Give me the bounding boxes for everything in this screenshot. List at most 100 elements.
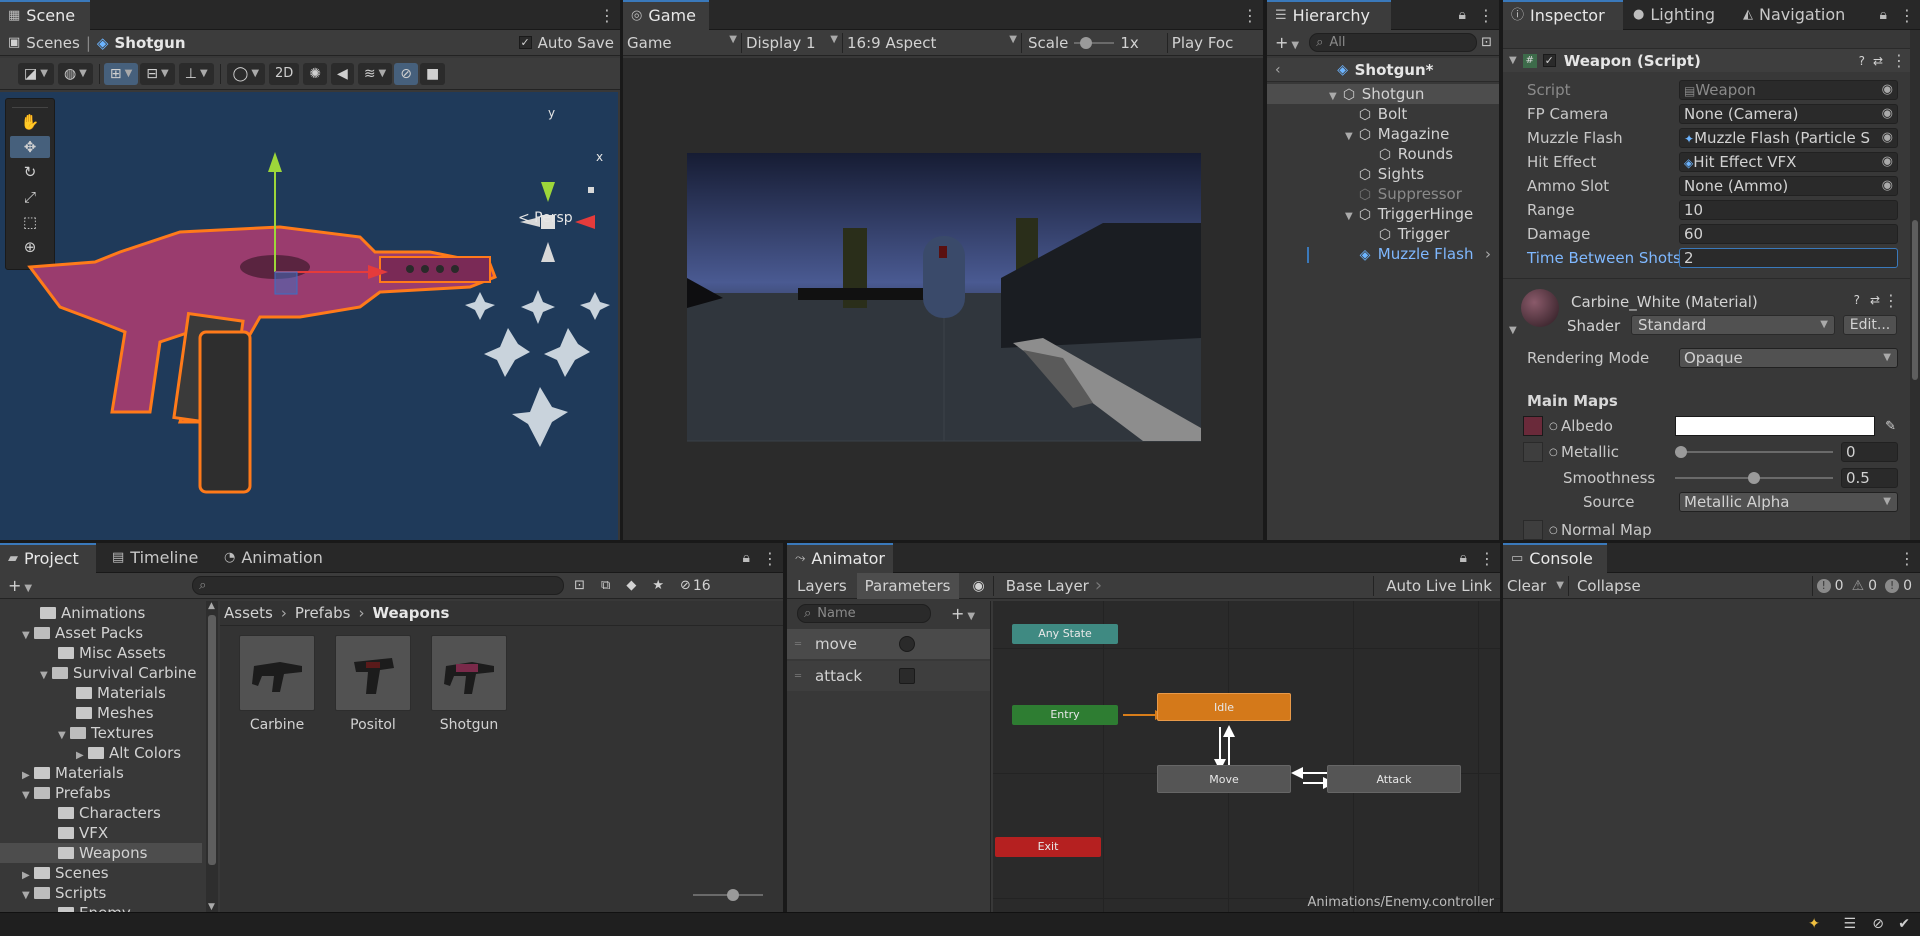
tree-item-misc-assets[interactable]: Misc Assets [58, 643, 166, 663]
search-by-type-icon[interactable]: ⊡ [574, 578, 585, 593]
preset-icon[interactable]: ⇄ [1873, 54, 1883, 68]
add-parameter-button[interactable]: + ▼ [951, 604, 975, 623]
draw-mode-button[interactable]: ◪ ▼ [18, 62, 54, 85]
parameter-search[interactable]: ⌕ Name [797, 603, 931, 623]
tree-item-asset-packs[interactable]: ▼ Asset Packs [22, 623, 143, 643]
asset-positol[interactable]: Positol [334, 635, 412, 733]
tree-item-meshes[interactable]: Meshes [76, 703, 154, 723]
parameters-tab[interactable]: Parameters [856, 572, 959, 599]
state-entry[interactable]: Entry [1012, 705, 1118, 725]
tree-item-scenes[interactable]: ▶ Scenes [22, 863, 109, 883]
hit-effect-field[interactable]: ◈Hit Effect VFX ◉ [1679, 152, 1898, 172]
tree-item-characters[interactable]: Characters [58, 803, 161, 823]
progress-icon[interactable]: ✦ [1808, 916, 1820, 932]
smoothness-input[interactable]: 0.5 [1841, 468, 1898, 488]
collapse-button[interactable]: Collapse [1577, 577, 1641, 595]
inspector-scrollbar[interactable] [1910, 30, 1920, 540]
play-focused-dropdown[interactable]: Play Foc [1172, 34, 1234, 52]
more-options-icon[interactable]: ⋮ [1899, 549, 1915, 568]
range-input[interactable]: 10 [1679, 200, 1898, 220]
hierarchy-item-trigger[interactable]: ⬡ Trigger [1267, 224, 1499, 244]
ammo-slot-field[interactable]: None (Ammo) ◉ [1679, 176, 1898, 196]
hierarchy-item-triggerhinge[interactable]: ▼ ⬡ TriggerHinge [1267, 204, 1499, 224]
asset-carbine[interactable]: Carbine [238, 635, 316, 733]
move-trigger-radio[interactable] [899, 636, 915, 652]
thumbnail-size-handle[interactable] [727, 889, 739, 901]
project-search[interactable]: ⌕ [192, 576, 565, 595]
tree-item-weapons[interactable]: Weapons [0, 843, 202, 863]
scroll-down-icon[interactable]: ▼ [208, 902, 215, 912]
collapse-arrow-icon[interactable]: ▼ [1509, 325, 1517, 336]
metallic-texture-slot[interactable] [1523, 442, 1543, 462]
drag-handle-icon[interactable]: ═ [795, 639, 801, 650]
expand-arrow-icon[interactable]: ▼ [40, 666, 52, 686]
more-options-icon[interactable]: ⋮ [1891, 51, 1907, 70]
scale-slider[interactable] [1074, 36, 1115, 50]
shader-edit-button[interactable]: Edit... [1843, 315, 1897, 335]
state-exit[interactable]: Exit [995, 837, 1101, 857]
tree-item-materials[interactable]: ▶ Materials [22, 763, 124, 783]
state-move[interactable]: Move [1157, 765, 1291, 793]
visibility-toggle-button[interactable]: ⊘ [394, 62, 418, 85]
object-picker-icon[interactable]: ◉ [1882, 177, 1893, 195]
preset-icon[interactable]: ⇄ [1870, 293, 1880, 307]
tree-item-prefabs[interactable]: ▼ Prefabs [22, 783, 111, 803]
lock-icon[interactable]: 🔒︎ [1460, 550, 1467, 566]
tree-item-scripts[interactable]: ▼ Scripts [22, 883, 106, 903]
camera-button[interactable]: ■ [419, 62, 446, 85]
albedo-texture-slot[interactable] [1523, 416, 1543, 436]
toggle-2d-button[interactable]: 2D [269, 62, 300, 85]
thumbnail-size-slider[interactable] [693, 888, 763, 902]
tab-scene[interactable]: ▦ Scene [0, 0, 90, 30]
tree-item-textures[interactable]: ▼ Textures [58, 723, 154, 743]
more-options-icon[interactable]: ⋮ [1479, 549, 1495, 568]
clear-options-dropdown[interactable]: ▼ [1556, 580, 1564, 591]
expand-arrow-icon[interactable]: ▼ [22, 626, 34, 646]
chevron-right-icon[interactable]: › [1485, 244, 1491, 264]
tab-project[interactable]: ▰ Project [0, 543, 96, 573]
base-layer-breadcrumb[interactable]: Base Layer [1006, 577, 1089, 595]
object-picker-icon[interactable]: ◉ [1882, 105, 1893, 123]
script-field[interactable]: ▤Weapon ◉ [1679, 80, 1898, 100]
persp-label[interactable]: < Persp [518, 210, 573, 226]
metallic-slider[interactable] [1675, 445, 1833, 459]
shading-mode-button[interactable]: ◯ ▼ [226, 62, 266, 85]
smoothness-slider-handle[interactable] [1748, 472, 1760, 484]
auto-live-link-button[interactable]: Auto Live Link [1378, 577, 1500, 595]
lock-icon[interactable]: 🔒︎ [1459, 7, 1466, 23]
metallic-slider-handle[interactable] [1675, 446, 1687, 458]
parameter-attack[interactable]: ═ attack [787, 661, 990, 691]
scene-viewport[interactable]: ✋ ✥ ↻ ⤢ ⬚ ⊕ y x < Persp [0, 92, 618, 540]
hierarchy-item-rounds[interactable]: ⬡ Rounds [1267, 144, 1499, 164]
clear-button[interactable]: Clear [1507, 577, 1546, 595]
grid-toggle-button[interactable]: ⊞ ▼ [103, 62, 139, 85]
hidden-packages-icon[interactable]: ⊘ [680, 578, 691, 593]
audio-toggle-button[interactable]: ◀ [331, 62, 354, 85]
drag-handle-icon[interactable]: ═ [795, 671, 801, 682]
breadcrumb-weapons[interactable]: Weapons [373, 604, 450, 622]
display-dropdown[interactable]: Display 1 ▼ [746, 34, 838, 52]
check-icon[interactable]: ✔ [1898, 916, 1910, 932]
tab-timeline[interactable]: ▤ Timeline [104, 543, 206, 573]
add-object-button[interactable]: + ▼ [1275, 33, 1299, 52]
state-attack[interactable]: Attack [1327, 765, 1461, 793]
tab-animator[interactable]: ⤳ Animator [787, 543, 893, 573]
lighting-toggle-button[interactable]: ✺ [303, 62, 328, 85]
breadcrumb-scenes[interactable]: Scenes [26, 34, 80, 52]
more-options-icon[interactable]: ⋮ [1478, 6, 1494, 25]
breadcrumb-assets[interactable]: Assets [224, 604, 273, 622]
hierarchy-item-shotgun[interactable]: ▼ ⬡ Shotgun [1267, 84, 1499, 104]
info-filter-button[interactable]: ! 0 [1816, 578, 1844, 594]
muzzle-flash-field[interactable]: ✦Muzzle Flash (Particle S ◉ [1679, 128, 1898, 148]
expand-arrow-icon[interactable]: ▼ [22, 886, 34, 906]
tab-navigation[interactable]: ◭ Navigation [1735, 0, 1853, 30]
source-dropdown[interactable]: Metallic Alpha ▼ [1679, 492, 1898, 512]
warning-filter-button[interactable]: ⚠ 0 [1852, 578, 1877, 594]
more-options-icon[interactable]: ⋮ [1883, 291, 1899, 310]
favorite-icon[interactable]: ★ [652, 578, 664, 593]
tree-item-vfx[interactable]: VFX [58, 823, 108, 843]
hierarchy-item-muzzle-flash[interactable]: ◈ Muzzle Flash › [1267, 244, 1499, 264]
aspect-dropdown[interactable]: 16:9 Aspect ▼ [847, 34, 1017, 52]
attack-bool-checkbox[interactable] [899, 668, 915, 684]
smoothness-slider[interactable] [1675, 471, 1833, 485]
